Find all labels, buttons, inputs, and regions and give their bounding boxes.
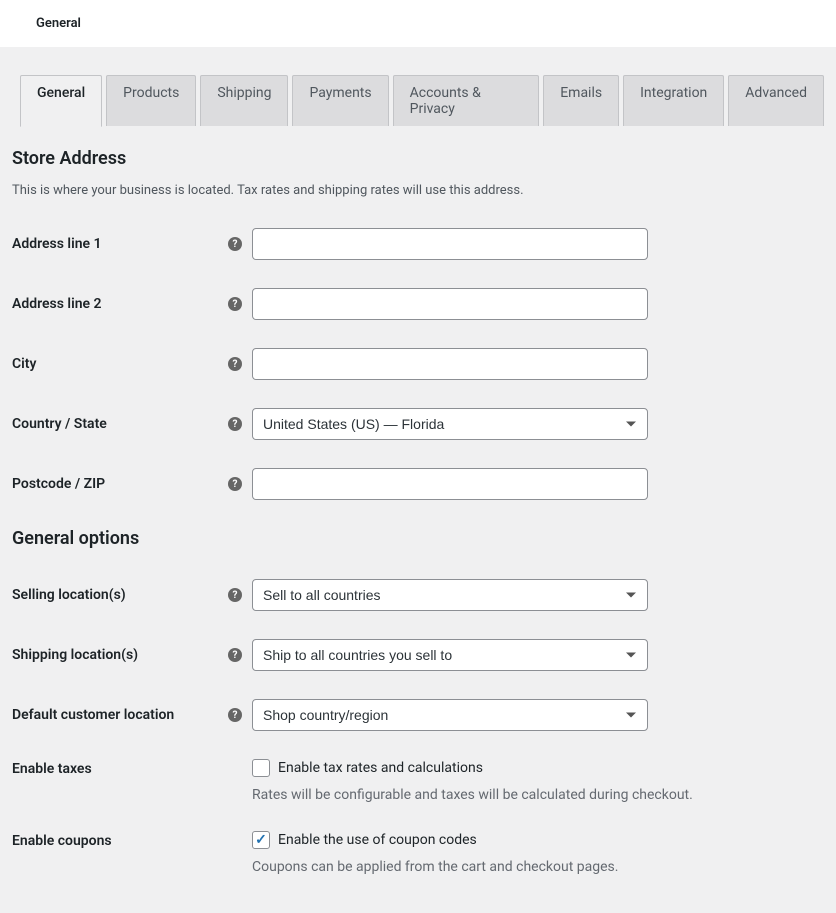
input-address1[interactable] [252, 228, 648, 260]
select-shipping-locations[interactable]: Ship to all countries you sell to [252, 639, 648, 671]
input-address2[interactable] [252, 288, 648, 320]
checkbox-enable-taxes[interactable] [252, 759, 270, 777]
label-city: City [12, 356, 228, 372]
label-selling-locations: Selling location(s) [12, 587, 228, 603]
tab-integration[interactable]: Integration [623, 75, 724, 126]
label-country-state: Country / State [12, 416, 228, 432]
section-title-general-options: General options [12, 528, 824, 549]
input-city[interactable] [252, 348, 648, 380]
help-icon[interactable]: ? [228, 357, 242, 371]
help-icon[interactable]: ? [228, 417, 242, 431]
label-address2: Address line 2 [12, 296, 228, 312]
help-text-enable-coupons: Coupons can be applied from the cart and… [252, 859, 824, 875]
section-desc: This is where your business is located. … [12, 183, 824, 198]
select-selling-locations[interactable]: Sell to all countries [252, 579, 648, 611]
help-icon[interactable]: ? [228, 477, 242, 491]
help-icon[interactable]: ? [228, 237, 242, 251]
checkbox-text-enable-coupons: Enable the use of coupon codes [278, 832, 477, 848]
tab-advanced[interactable]: Advanced [728, 75, 824, 126]
tab-products[interactable]: Products [106, 75, 196, 126]
label-shipping-locations: Shipping location(s) [12, 647, 228, 663]
breadcrumb: General [0, 0, 836, 47]
help-icon[interactable]: ? [228, 297, 242, 311]
tab-emails[interactable]: Emails [543, 75, 619, 126]
select-default-customer-location[interactable]: Shop country/region [252, 699, 648, 731]
help-icon[interactable]: ? [228, 588, 242, 602]
help-text-enable-taxes: Rates will be configurable and taxes wil… [252, 787, 824, 803]
section-title-store-address: Store Address [12, 148, 824, 169]
tab-general[interactable]: General [20, 75, 102, 127]
input-postcode[interactable] [252, 468, 648, 500]
tab-accounts-privacy[interactable]: Accounts & Privacy [393, 75, 540, 126]
help-icon[interactable]: ? [228, 708, 242, 722]
help-icon[interactable]: ? [228, 648, 242, 662]
tab-payments[interactable]: Payments [292, 75, 388, 126]
checkbox-enable-coupons[interactable] [252, 831, 270, 849]
select-country-state[interactable]: United States (US) — Florida [252, 408, 648, 440]
label-enable-taxes: Enable taxes [12, 759, 228, 777]
label-postcode: Postcode / ZIP [12, 476, 228, 492]
label-default-customer-location: Default customer location [12, 707, 228, 723]
label-enable-coupons: Enable coupons [12, 831, 228, 849]
tab-shipping[interactable]: Shipping [200, 75, 288, 126]
checkbox-text-enable-taxes: Enable tax rates and calculations [278, 760, 483, 776]
label-address1: Address line 1 [12, 236, 228, 252]
tabs: General Products Shipping Payments Accou… [20, 75, 824, 126]
